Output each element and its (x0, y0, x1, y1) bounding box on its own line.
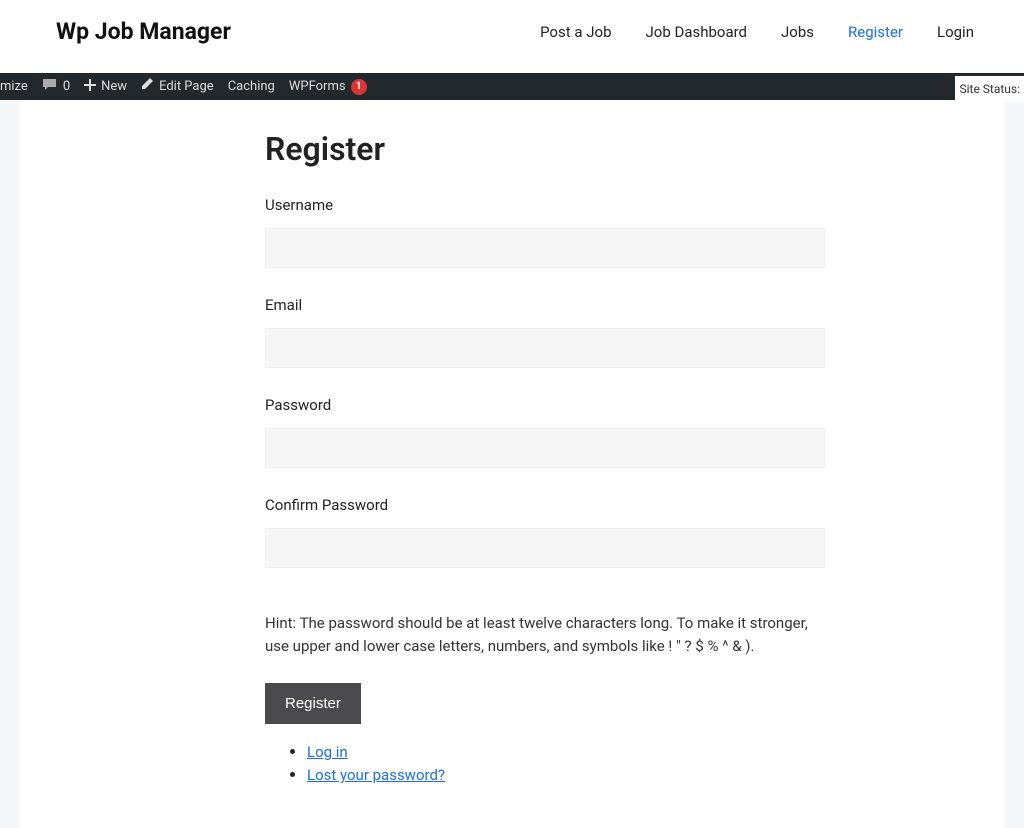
admin-edit-page-label: Edit Page (159, 79, 214, 94)
label-password: Password (265, 396, 825, 414)
site-status-label: Site Status: (955, 76, 1024, 102)
nav-jobs[interactable]: Jobs (781, 23, 814, 41)
plus-icon (84, 79, 96, 95)
admin-wpforms[interactable]: WPForms 1 (289, 79, 367, 95)
content-card: Register Username Email Password Confirm… (20, 100, 1004, 828)
field-password: Password (265, 396, 825, 468)
comment-icon (42, 78, 58, 96)
register-button[interactable]: Register (265, 683, 361, 724)
pencil-icon (141, 78, 154, 95)
input-password[interactable] (265, 428, 825, 468)
list-item: Log in (307, 742, 825, 761)
field-confirm-password: Confirm Password (265, 496, 825, 568)
link-log-in[interactable]: Log in (307, 743, 348, 761)
field-username: Username (265, 196, 825, 268)
admin-wpforms-label: WPForms (289, 79, 346, 94)
nav-register[interactable]: Register (848, 23, 903, 41)
nav-login[interactable]: Login (937, 23, 974, 41)
label-email: Email (265, 296, 825, 314)
main-nav: Post a Job Job Dashboard Jobs Register L… (540, 23, 974, 41)
auth-links-list: Log in Lost your password? (265, 742, 825, 784)
input-email[interactable] (265, 328, 825, 368)
register-form: Register Username Email Password Confirm… (265, 130, 825, 784)
admin-caching[interactable]: Caching (228, 79, 275, 94)
page-title: Register (265, 130, 825, 168)
admin-edit-page[interactable]: Edit Page (141, 78, 214, 95)
admin-new-label: New (101, 79, 127, 94)
site-title[interactable]: Wp Job Manager (56, 18, 231, 45)
field-email: Email (265, 296, 825, 368)
site-header: Wp Job Manager Post a Job Job Dashboard … (0, 0, 1024, 73)
page-body: Register Username Email Password Confirm… (0, 100, 1024, 828)
admin-wpforms-badge: 1 (351, 79, 367, 95)
input-username[interactable] (265, 228, 825, 268)
admin-comments-count: 0 (63, 79, 70, 94)
admin-new[interactable]: New (84, 79, 127, 95)
list-item: Lost your password? (307, 765, 825, 784)
nav-job-dashboard[interactable]: Job Dashboard (646, 23, 748, 41)
label-confirm-password: Confirm Password (265, 496, 825, 514)
input-confirm-password[interactable] (265, 528, 825, 568)
wp-admin-bar: mize 0 New Edit Page Caching WPForms 1 (0, 73, 1024, 100)
nav-post-a-job[interactable]: Post a Job (540, 23, 611, 41)
label-username: Username (265, 196, 825, 214)
password-hint: Hint: The password should be at least tw… (265, 612, 825, 657)
link-lost-password[interactable]: Lost your password? (307, 766, 445, 784)
admin-customize-fragment[interactable]: mize (0, 79, 28, 94)
admin-comments[interactable]: 0 (42, 78, 70, 96)
